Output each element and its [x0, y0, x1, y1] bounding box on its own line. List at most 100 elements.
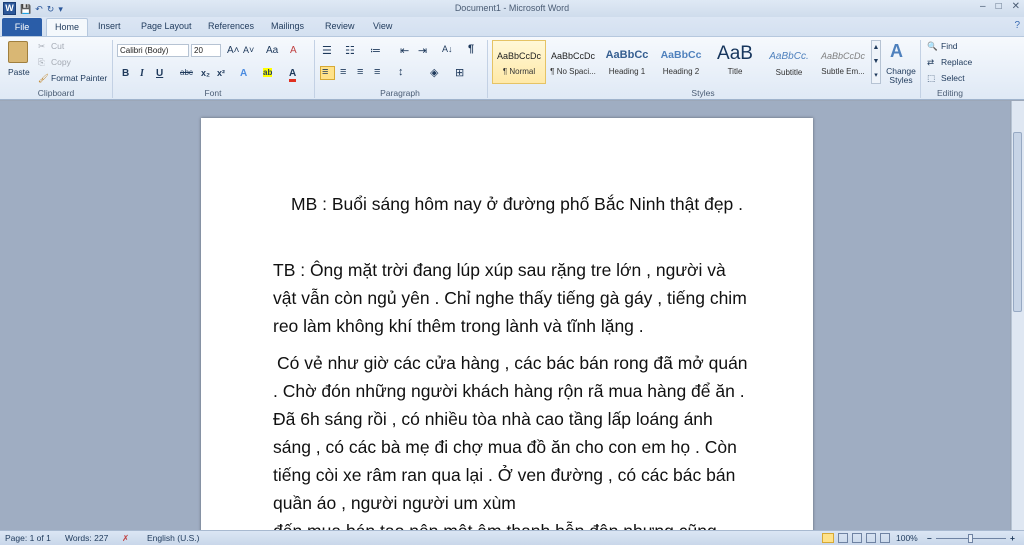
style-heading-2[interactable]: AaBbCc Heading 2: [654, 40, 708, 84]
style-name: Heading 2: [662, 67, 700, 76]
tab-home[interactable]: Home: [46, 18, 89, 37]
cut-button[interactable]: Cut: [51, 41, 64, 51]
sort-button[interactable]: A↓: [442, 44, 453, 54]
align-right-icon[interactable]: ≡: [357, 66, 363, 78]
document-page[interactable]: MB : Buổi sáng hôm nay ở đường phố Bắc N…: [201, 118, 813, 538]
style-normal[interactable]: AaBbCcDc ¶ Normal: [492, 40, 546, 84]
style-subtle-emphasis[interactable]: AaBbCcDc Subtle Em...: [816, 40, 870, 84]
change-styles-icon[interactable]: A: [890, 41, 903, 62]
style-sample: AaB: [717, 43, 753, 64]
numbering-icon[interactable]: ☷: [345, 44, 355, 57]
web-layout-icon[interactable]: [852, 533, 862, 543]
select-button[interactable]: Select: [941, 73, 965, 83]
save-icon[interactable]: 💾: [20, 3, 31, 15]
superscript-button[interactable]: x²: [217, 68, 225, 78]
paragraph-body-2[interactable]: Có vẻ như giờ các cửa hàng , các bác bán…: [273, 349, 753, 517]
draft-icon[interactable]: [880, 533, 890, 543]
proofing-icon[interactable]: ✗: [122, 533, 129, 544]
format-painter-icon[interactable]: 🖌: [38, 73, 49, 84]
show-marks-button[interactable]: ¶: [468, 43, 474, 55]
quick-access-toolbar: W 💾 ↶ ↻ ▾: [3, 1, 63, 16]
zoom-slider-thumb[interactable]: [968, 534, 973, 543]
zoom-in-button[interactable]: +: [1010, 533, 1015, 543]
paragraph-group-label: Paragraph: [380, 88, 420, 98]
tab-file[interactable]: File: [2, 18, 42, 36]
word-count[interactable]: Words: 227: [65, 533, 108, 543]
shrink-font-button[interactable]: A˅: [243, 45, 254, 55]
replace-icon[interactable]: ⇄: [927, 57, 934, 68]
paragraph-intro[interactable]: MB : Buổi sáng hôm nay ở đường phố Bắc N…: [273, 190, 753, 218]
copy-icon[interactable]: ⎘: [38, 57, 45, 68]
page-count[interactable]: Page: 1 of 1: [5, 533, 51, 543]
zoom-level[interactable]: 100%: [896, 533, 918, 543]
style-sample: AaBbCcDc: [496, 51, 541, 61]
justify-icon[interactable]: ≡: [374, 66, 380, 78]
style-heading-1[interactable]: AaBbCc Heading 1: [600, 40, 654, 84]
customize-qat-icon[interactable]: ▾: [58, 3, 63, 15]
bullets-icon[interactable]: ☰: [322, 44, 332, 57]
shading-icon[interactable]: ◈: [430, 66, 438, 79]
font-color-button[interactable]: A: [289, 68, 297, 82]
outline-icon[interactable]: [866, 533, 876, 543]
paste-button[interactable]: Paste: [8, 67, 30, 77]
editing-group-label: Editing: [937, 88, 963, 98]
copy-button[interactable]: Copy: [51, 57, 71, 67]
maximize-button[interactable]: □: [996, 1, 1002, 12]
text-effects-button[interactable]: A: [240, 68, 247, 79]
zoom-out-button[interactable]: –: [927, 533, 932, 543]
print-layout-icon[interactable]: [822, 533, 834, 543]
tab-references[interactable]: References: [208, 21, 254, 31]
multilevel-list-icon[interactable]: ≔: [370, 44, 381, 57]
status-bar: Page: 1 of 1 Words: 227 ✗ English (U.S.)…: [0, 530, 1024, 545]
minimize-button[interactable]: –: [980, 1, 986, 12]
select-icon[interactable]: ⬚: [927, 73, 935, 84]
help-icon[interactable]: ?: [1014, 20, 1020, 31]
align-center-icon[interactable]: ≡: [340, 66, 346, 78]
decrease-indent-icon[interactable]: ⇤: [400, 44, 409, 57]
find-icon[interactable]: 🔍: [927, 41, 938, 52]
tab-review[interactable]: Review: [325, 21, 355, 31]
style-name: Title: [727, 67, 743, 76]
clear-formatting-button[interactable]: A: [290, 45, 297, 56]
style-name: ¶ Normal: [502, 67, 536, 76]
scrollbar-thumb[interactable]: [1013, 132, 1022, 312]
tab-view[interactable]: View: [373, 21, 392, 31]
font-size-dropdown[interactable]: 20: [191, 44, 221, 57]
style-sample: AaBbCcDc: [550, 51, 595, 61]
styles-scroll-icon[interactable]: ▲ ▼ ▾: [871, 40, 881, 84]
highlight-button[interactable]: ab: [263, 68, 273, 77]
style-no-spacing[interactable]: AaBbCcDc ¶ No Spaci...: [546, 40, 600, 84]
replace-button[interactable]: Replace: [941, 57, 972, 67]
window-title: Document1 - Microsoft Word: [454, 3, 570, 13]
style-subtitle[interactable]: AaBbCc. Subtitle: [762, 40, 816, 84]
undo-icon[interactable]: ↶: [35, 3, 43, 15]
style-title[interactable]: AaB Title: [708, 40, 762, 84]
style-sample: AaBbCc.: [769, 51, 809, 62]
language-indicator[interactable]: English (U.S.): [147, 533, 199, 543]
word-logo-icon[interactable]: W: [3, 2, 16, 15]
font-name-dropdown[interactable]: Calibri (Body): [117, 44, 189, 57]
line-spacing-icon[interactable]: ↕: [398, 66, 404, 78]
strikethrough-button[interactable]: abc: [180, 68, 193, 77]
find-button[interactable]: Find: [941, 41, 958, 51]
style-sample: AaBbCc: [605, 49, 649, 61]
paragraph-body-1[interactable]: TB : Ông mặt trời đang lúp xúp sau rặng …: [273, 256, 753, 340]
subscript-button[interactable]: x₂: [201, 68, 210, 78]
change-case-button[interactable]: Aa: [266, 45, 278, 56]
bold-button[interactable]: B: [122, 68, 129, 79]
underline-button[interactable]: U: [156, 68, 163, 79]
tab-insert[interactable]: Insert: [98, 21, 121, 31]
full-screen-icon[interactable]: [838, 533, 848, 543]
grow-font-button[interactable]: A˄: [227, 45, 240, 56]
tab-page-layout[interactable]: Page Layout: [141, 21, 192, 31]
increase-indent-icon[interactable]: ⇥: [418, 44, 427, 57]
close-button[interactable]: ✕: [1012, 1, 1020, 12]
redo-icon[interactable]: ↻: [47, 3, 55, 15]
italic-button[interactable]: I: [140, 68, 144, 79]
format-painter-button[interactable]: Format Painter: [51, 73, 107, 83]
tab-mailings[interactable]: Mailings: [271, 21, 304, 31]
cut-icon[interactable]: ✂: [38, 41, 45, 52]
change-styles-button[interactable]: Change Styles: [884, 67, 918, 85]
paste-icon[interactable]: [8, 41, 28, 63]
borders-icon[interactable]: ⊞: [455, 66, 464, 79]
